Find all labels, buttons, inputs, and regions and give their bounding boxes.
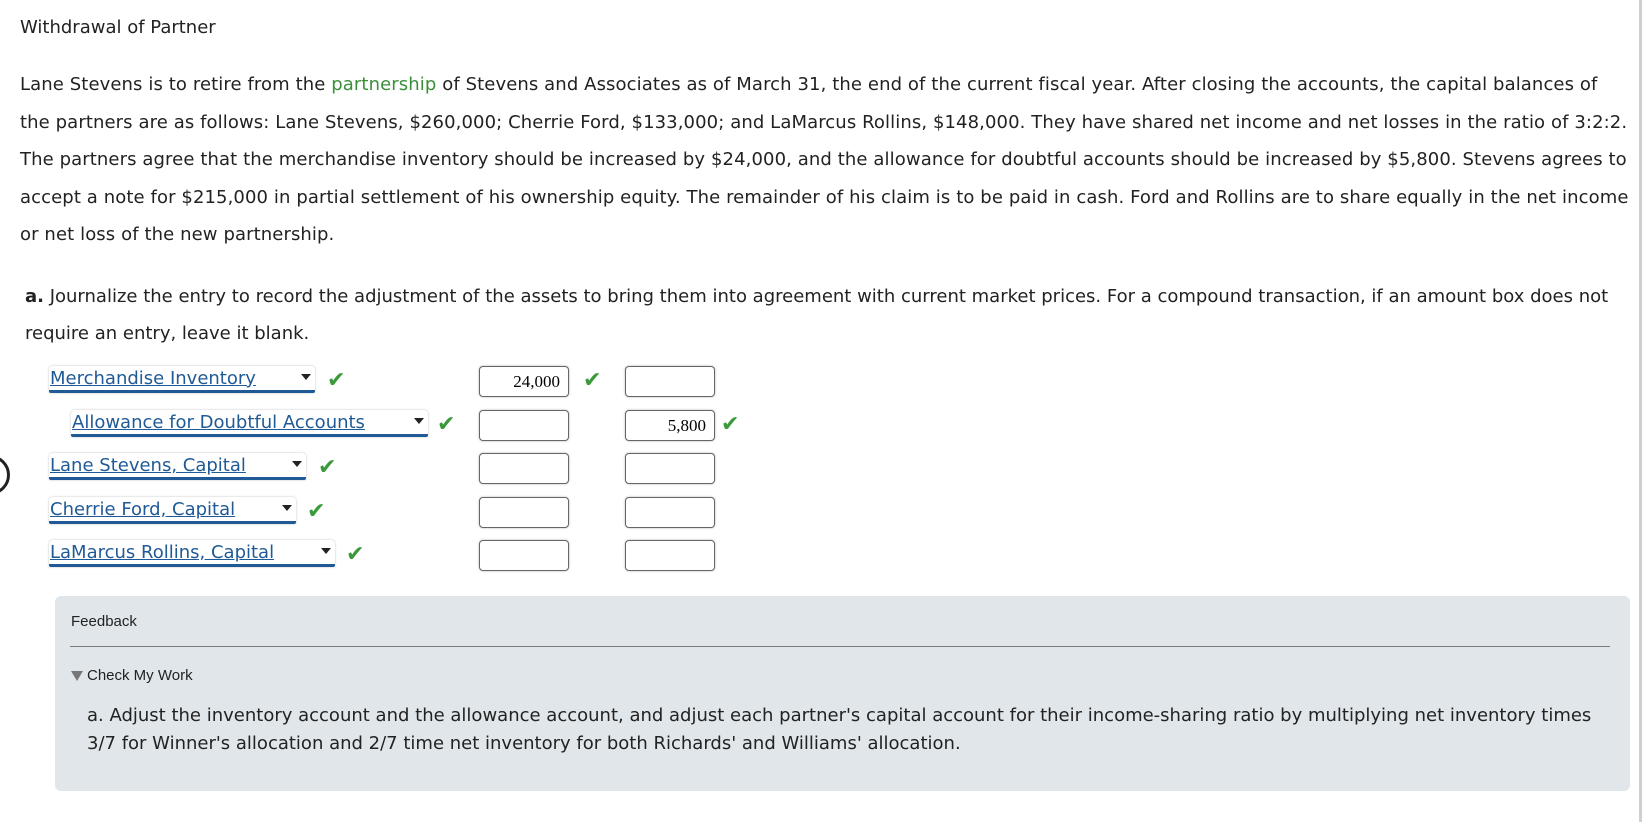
question-text: Journalize the entry to record the adjus… xyxy=(25,286,1609,344)
account-select-1[interactable]: Merchandise Inventory xyxy=(49,366,315,393)
credit-input-1[interactable] xyxy=(625,366,715,397)
page-title: Withdrawal of Partner xyxy=(20,17,216,38)
check-icon: ✔ xyxy=(437,412,456,437)
account-select-value: Cherrie Ford, Capital xyxy=(50,498,236,520)
chevron-down-icon xyxy=(282,505,292,511)
check-icon: ✔ xyxy=(307,499,326,524)
account-select-value: LaMarcus Rollins, Capital xyxy=(50,541,275,563)
debit-input-1[interactable] xyxy=(479,366,569,397)
account-select-value: Merchandise Inventory xyxy=(50,367,256,389)
partial-circle-icon xyxy=(0,455,10,495)
question-label: a. xyxy=(25,286,44,307)
check-icon: ✔ xyxy=(721,412,740,437)
credit-input-3[interactable] xyxy=(625,453,715,484)
check-icon: ✔ xyxy=(346,542,365,567)
feedback-text: a. Adjust the inventory account and the … xyxy=(87,705,1592,754)
debit-input-4[interactable] xyxy=(479,497,569,528)
account-select-3[interactable]: Lane Stevens, Capital xyxy=(49,453,306,480)
check-my-work-toggle[interactable]: Check My Work xyxy=(71,667,193,684)
feedback-panel: Feedback Check My Work a. Adjust the inv… xyxy=(55,596,1630,791)
account-select-4[interactable]: Cherrie Ford, Capital xyxy=(49,497,296,524)
check-icon: ✔ xyxy=(318,455,337,480)
debit-input-2[interactable] xyxy=(479,410,569,441)
chevron-down-icon xyxy=(292,461,302,467)
problem-text-start: Lane Stevens is to retire from the xyxy=(20,74,332,95)
problem-text: Lane Stevens is to retire from the partn… xyxy=(20,66,1630,254)
check-icon: ✔ xyxy=(583,368,602,393)
chevron-down-icon xyxy=(414,418,424,424)
question-a: a. Journalize the entry to record the ad… xyxy=(25,278,1630,352)
problem-text-end: of Stevens and Associates as of March 31… xyxy=(20,74,1629,245)
feedback-label: Feedback xyxy=(71,613,137,630)
partnership-link[interactable]: partnership xyxy=(331,74,436,95)
credit-input-4[interactable] xyxy=(625,497,715,528)
debit-input-5[interactable] xyxy=(479,540,569,571)
account-select-5[interactable]: LaMarcus Rollins, Capital xyxy=(49,540,335,567)
credit-input-2[interactable] xyxy=(625,410,715,441)
check-icon: ✔ xyxy=(327,368,346,393)
feedback-divider xyxy=(70,646,1610,647)
chevron-down-icon xyxy=(321,548,331,554)
account-select-2[interactable]: Allowance for Doubtful Accounts xyxy=(71,410,428,437)
account-select-value: Allowance for Doubtful Accounts xyxy=(72,411,365,433)
debit-input-3[interactable] xyxy=(479,453,569,484)
check-my-work-label: Check My Work xyxy=(87,667,193,684)
credit-input-5[interactable] xyxy=(625,540,715,571)
chevron-down-icon xyxy=(301,374,311,380)
triangle-down-icon xyxy=(71,670,83,681)
account-select-value: Lane Stevens, Capital xyxy=(50,454,246,476)
